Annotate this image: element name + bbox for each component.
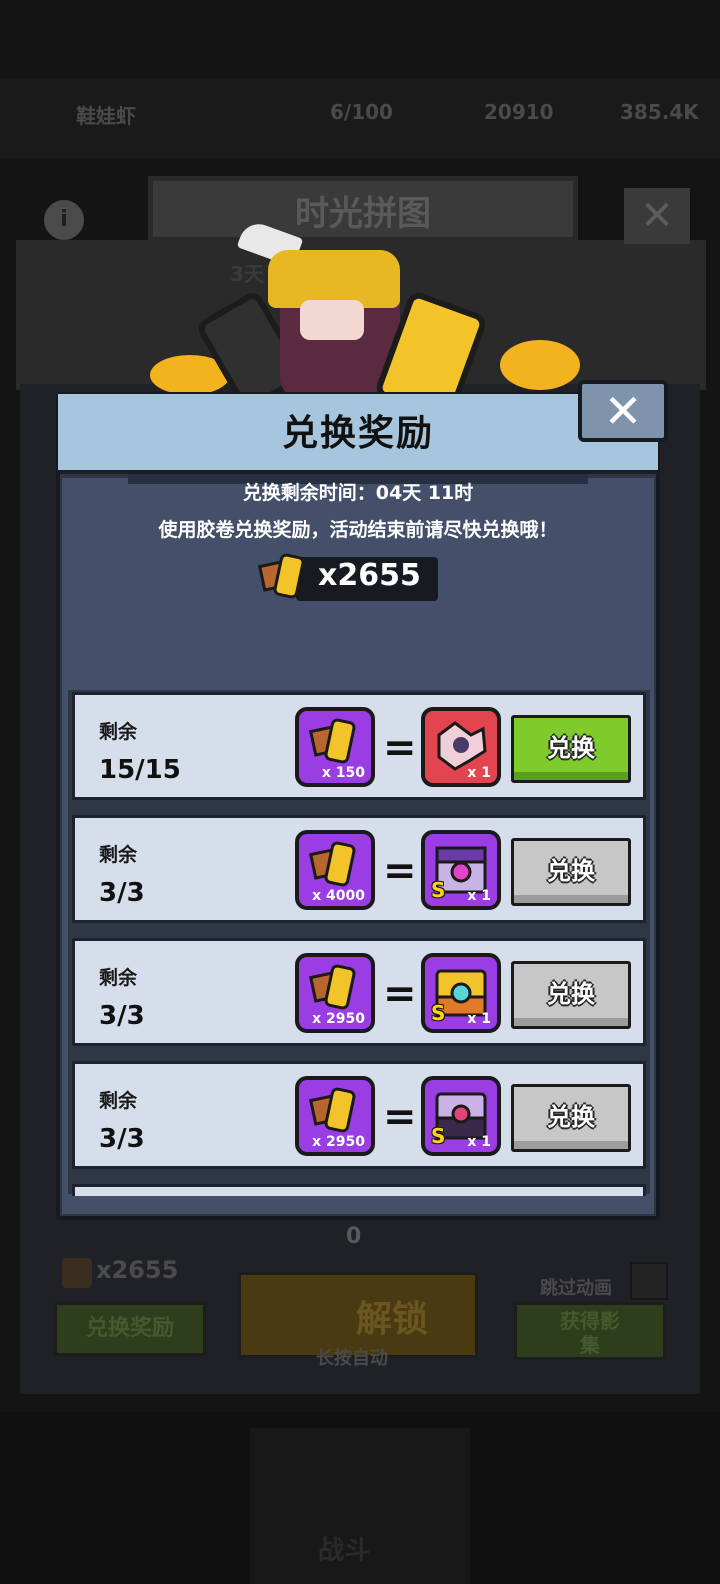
close-icon: ✕ bbox=[603, 384, 643, 438]
cost-film-tile: x 4000 bbox=[295, 830, 375, 910]
gems-value: 20910 bbox=[484, 100, 554, 124]
reward-quantity: x 1 bbox=[467, 888, 491, 904]
exchange-button[interactable]: 兑换 bbox=[511, 1084, 631, 1152]
cost-quantity: x 2950 bbox=[312, 1134, 365, 1150]
dialog-title: 兑换奖励 bbox=[281, 413, 434, 454]
obtain-album-button: 获得影集 bbox=[514, 1302, 666, 1360]
s-rank-badge: S bbox=[431, 1124, 446, 1148]
player-name: 鞋娃虾 bbox=[76, 104, 136, 128]
cost-quantity: x 2950 bbox=[312, 1011, 365, 1027]
unlock-counter-value: 0 bbox=[346, 1224, 362, 1249]
close-button[interactable]: ✕ bbox=[578, 380, 668, 442]
exchange-button[interactable]: 兑换 bbox=[511, 838, 631, 906]
reward-row: 剩余 3/3 x 2950 = S x 1 兑换 bbox=[72, 938, 646, 1046]
reward-tile: S x 1 bbox=[421, 830, 501, 910]
reward-tile: S x 1 bbox=[421, 1076, 501, 1156]
reward-quantity: x 1 bbox=[467, 1011, 491, 1027]
remaining-count: 3/3 bbox=[99, 878, 145, 908]
remaining-label: 剩余 bbox=[99, 1090, 138, 1112]
unlock-counter: 0 bbox=[256, 1222, 456, 1256]
exchange-button[interactable]: 兑换 bbox=[511, 961, 631, 1029]
remaining-label: 剩余 bbox=[99, 721, 138, 743]
obtain-album-label: 获得影集 bbox=[560, 1309, 620, 1357]
reward-tile: S x 1 bbox=[421, 953, 501, 1033]
skip-animation-label: 跳过动画 bbox=[540, 1278, 612, 1299]
reward-tile: x 1 bbox=[421, 707, 501, 787]
remaining-count: 15/15 bbox=[99, 755, 181, 785]
gold-value: 385.4K bbox=[620, 100, 699, 124]
cost-film-tile: x 150 bbox=[295, 707, 375, 787]
equals-sign: = bbox=[383, 971, 417, 1017]
equals-sign: = bbox=[383, 848, 417, 894]
cost-film-tile: x 2950 bbox=[295, 1076, 375, 1156]
gold-coins-right bbox=[500, 340, 580, 390]
exchange-tip: 使用胶卷兑换奖励，活动结束前请尽快兑换哦！ bbox=[158, 519, 558, 541]
hero-face bbox=[300, 300, 364, 340]
reward-row: 剩余 15/15 x 150 = x 1 兑换 bbox=[72, 692, 646, 800]
reward-row: 剩余 3/3 x 2950 = S x 1 兑换 bbox=[72, 1061, 646, 1169]
reward-quantity: x 1 bbox=[467, 765, 491, 781]
remaining-label: 剩余 bbox=[99, 844, 138, 866]
exchange-button[interactable]: 兑换 bbox=[511, 715, 631, 783]
film-balance-count: x2655 bbox=[318, 558, 421, 593]
remaining-time: 兑换剩余时间：04天 11时 bbox=[242, 482, 474, 504]
cost-quantity: x 150 bbox=[321, 765, 365, 781]
s-rank-badge: S bbox=[431, 1001, 446, 1025]
remaining-count: 3/3 bbox=[99, 1001, 145, 1031]
equals-sign: = bbox=[383, 725, 417, 771]
background-exchange-button: 兑换奖励 bbox=[54, 1302, 206, 1356]
background-film-count: x2655 bbox=[96, 1256, 179, 1284]
skip-animation-checkbox bbox=[630, 1262, 668, 1300]
unlock-hint: 长按自动 bbox=[316, 1348, 388, 1369]
remaining-count: 3/3 bbox=[99, 1124, 145, 1154]
s-rank-badge: S bbox=[431, 878, 446, 902]
info-icon: i bbox=[44, 200, 84, 240]
reward-row: 剩余 3/3 x 4000 = S x 1 兑换 bbox=[72, 815, 646, 923]
remaining-label: 剩余 bbox=[99, 967, 138, 989]
film-roll-icon bbox=[258, 553, 305, 599]
film-icon-small bbox=[62, 1258, 92, 1288]
cost-film-tile: x 2950 bbox=[295, 953, 375, 1033]
stamina-value: 6/100 bbox=[330, 100, 393, 124]
cost-quantity: x 4000 bbox=[312, 888, 365, 904]
page-title: 时光拼图 bbox=[295, 194, 431, 234]
reward-quantity: x 1 bbox=[467, 1134, 491, 1150]
background-close-icon: ✕ bbox=[624, 188, 690, 244]
equals-sign: = bbox=[383, 1094, 417, 1140]
reward-row-partial bbox=[72, 1184, 646, 1196]
unlock-button-label: 解锁 bbox=[356, 1299, 429, 1340]
nav-battle-label: 战斗 bbox=[318, 1536, 371, 1566]
